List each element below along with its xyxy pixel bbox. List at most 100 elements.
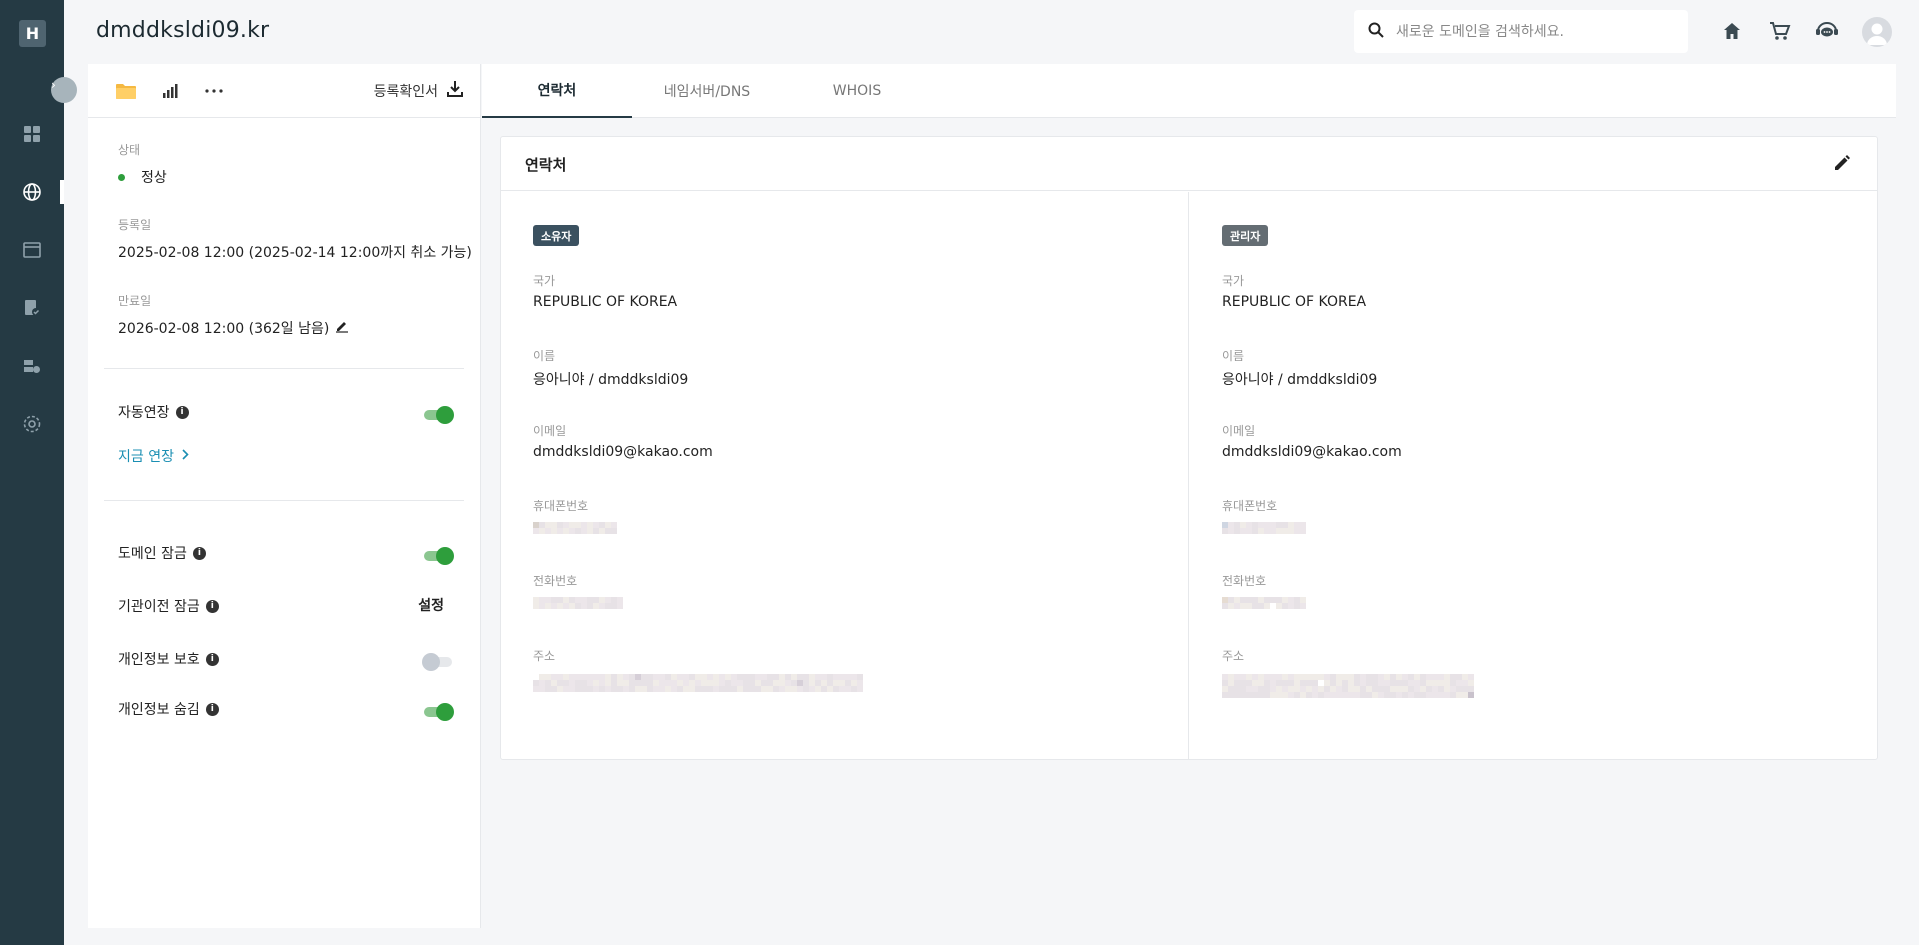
settings-icon[interactable] <box>20 412 44 436</box>
mobile-label: 휴대폰번호 <box>1222 499 1278 513</box>
privacy-protect-label: 개인정보 보호 i <box>118 649 219 669</box>
home-icon[interactable] <box>1720 19 1744 43</box>
info-icon[interactable]: i <box>175 405 189 419</box>
domain-lock-toggle[interactable] <box>424 547 454 565</box>
domain-lock-label: 도메인 잠금 i <box>118 543 206 563</box>
redacted-phone <box>533 597 623 609</box>
renew-now-link[interactable]: 지금 연장 <box>118 446 189 466</box>
cart-icon[interactable] <box>1768 19 1792 43</box>
country-value: REPUBLIC OF KOREA <box>1222 294 1367 310</box>
country-label: 국가 <box>1222 274 1245 288</box>
auto-renew-toggle[interactable] <box>424 406 454 424</box>
name-value: 응아니야 / dmddksldi09 <box>1222 372 1378 388</box>
main-content: 연락처 네임서버/DNS WHOIS 연락처 소유자 국가 REPUBLIC O… <box>482 64 1896 928</box>
user-avatar-icon[interactable] <box>1862 17 1892 47</box>
phone-label: 전화번호 <box>533 574 578 588</box>
registered-value: 2025-02-08 12:00 (2025-02-14 12:00까지 취소 … <box>118 245 472 261</box>
chevron-right-icon <box>182 448 189 464</box>
email-value: dmddksldi09@kakao.com <box>533 444 713 460</box>
rail-active-indicator <box>60 180 64 204</box>
info-icon[interactable]: i <box>205 652 219 666</box>
redacted-mobile <box>533 522 617 534</box>
name-label: 이름 <box>1222 349 1245 363</box>
brand-logo[interactable]: H <box>19 20 46 47</box>
mobile-label: 휴대폰번호 <box>533 499 589 513</box>
edit-pencil-icon[interactable] <box>1833 154 1853 174</box>
bar-chart-icon[interactable] <box>158 79 182 103</box>
toggle-knob <box>422 653 440 671</box>
privacy-hide-text: 개인정보 숨김 <box>118 702 200 718</box>
toggle-knob <box>436 547 454 565</box>
transfer-lock-label: 기관이전 잠금 i <box>118 596 219 616</box>
address-label: 주소 <box>533 649 556 663</box>
page-title: dmddksldi09.kr <box>96 18 270 43</box>
domain-search[interactable] <box>1354 10 1688 53</box>
auto-renew-text: 자동연장 <box>118 405 170 421</box>
contact-card: 연락처 소유자 국가 REPUBLIC OF KOREA 이름 응아니야 / d… <box>500 136 1878 760</box>
left-rail: H <box>0 0 64 945</box>
tab-bar: 연락처 네임서버/DNS WHOIS <box>482 64 1896 118</box>
expires-value: 2026-02-08 12:00 (362일 남음) <box>118 318 349 338</box>
browser-window-icon[interactable] <box>20 238 44 262</box>
toggle-knob <box>436 703 454 721</box>
phone-label: 전화번호 <box>1222 574 1267 588</box>
status-value: 정상 <box>118 167 167 187</box>
globe-icon[interactable] <box>20 180 44 204</box>
redacted-address <box>1222 674 1474 698</box>
support-chat-icon[interactable] <box>1815 19 1839 43</box>
info-icon[interactable]: i <box>205 599 219 613</box>
status-text: 정상 <box>141 170 167 186</box>
dashboard-icon[interactable] <box>20 122 44 146</box>
card-header: 연락처 <box>501 137 1877 191</box>
tab-whois[interactable]: WHOIS <box>782 64 932 118</box>
auto-renew-label: 자동연장 i <box>118 402 189 422</box>
email-value: dmddksldi09@kakao.com <box>1222 444 1402 460</box>
privacy-hide-label: 개인정보 숨김 i <box>118 699 219 719</box>
download-certificate-button[interactable]: 등록확인서 <box>374 80 464 102</box>
document-check-icon[interactable] <box>20 296 44 320</box>
status-label: 상태 <box>118 143 141 157</box>
renew-now-text: 지금 연장 <box>118 449 174 465</box>
download-icon <box>446 80 464 102</box>
search-icon <box>1368 22 1384 42</box>
server-settings-icon[interactable] <box>20 354 44 378</box>
toggle-knob <box>436 406 454 424</box>
transfer-lock-text: 기관이전 잠금 <box>118 599 200 615</box>
info-icon[interactable]: i <box>205 702 219 716</box>
admin-badge: 관리자 <box>1222 225 1269 246</box>
expires-label: 만료일 <box>118 294 152 308</box>
search-input[interactable] <box>1396 23 1656 40</box>
tab-nameserver-dns[interactable]: 네임서버/DNS <box>632 64 782 118</box>
tab-contacts[interactable]: 연락처 <box>482 64 632 118</box>
info-icon[interactable]: i <box>192 546 206 560</box>
admin-column: 관리자 국가 REPUBLIC OF KOREA 이름 응아니야 / dmddk… <box>1190 192 1878 759</box>
owner-badge: 소유자 <box>533 225 580 246</box>
more-icon[interactable] <box>202 79 226 103</box>
privacy-protect-text: 개인정보 보호 <box>118 652 200 668</box>
domain-info-panel: 등록확인서 상태 정상 등록일 2025-02-08 12:00 (2025-0… <box>88 64 481 928</box>
name-label: 이름 <box>533 349 556 363</box>
folder-icon[interactable] <box>114 79 138 103</box>
collapse-rail-button[interactable]: › <box>51 77 77 103</box>
address-label: 주소 <box>1222 649 1245 663</box>
edit-date-icon[interactable] <box>335 319 349 337</box>
redacted-mobile <box>1222 522 1306 534</box>
certificate-label: 등록확인서 <box>373 84 438 100</box>
expires-text: 2026-02-08 12:00 (362일 남음) <box>118 321 330 337</box>
redacted-address <box>533 674 863 692</box>
panel-toolbar: 등록확인서 <box>88 64 480 118</box>
country-value: REPUBLIC OF KOREA <box>533 294 678 310</box>
chevron-right-icon: › <box>51 78 56 92</box>
email-label: 이메일 <box>533 424 567 438</box>
country-label: 국가 <box>533 274 556 288</box>
email-label: 이메일 <box>1222 424 1256 438</box>
divider <box>104 368 464 369</box>
privacy-hide-toggle[interactable] <box>424 703 454 721</box>
name-value: 응아니야 / dmddksldi09 <box>533 372 689 388</box>
privacy-protect-toggle[interactable] <box>422 653 452 671</box>
status-dot <box>118 173 125 181</box>
owner-column: 소유자 국가 REPUBLIC OF KOREA 이름 응아니야 / dmddk… <box>501 192 1189 759</box>
redacted-phone <box>1222 597 1306 609</box>
domain-lock-text: 도메인 잠금 <box>118 546 187 562</box>
transfer-lock-set-button[interactable]: 설정 <box>418 595 444 615</box>
